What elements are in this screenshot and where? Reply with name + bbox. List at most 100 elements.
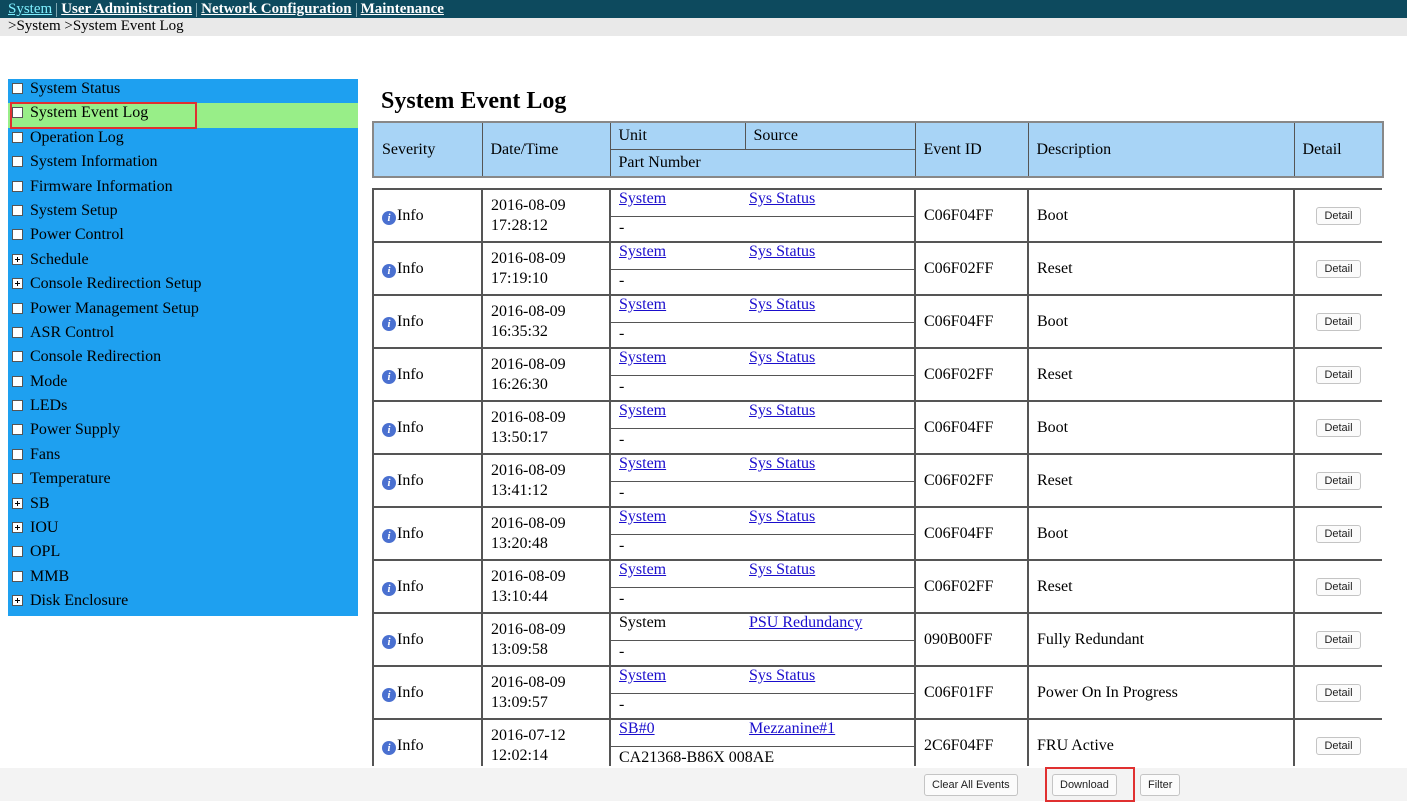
sidebar-item-leds[interactable]: LEDs [8,396,358,420]
datetime-cell: 2016-08-09 13:20:48 [481,506,611,561]
source-link[interactable]: Sys Status [749,508,815,525]
sidebar-item-iou[interactable]: IOU [8,518,358,542]
unit-link[interactable]: System [619,402,666,419]
event-id-cell: 090B00FF [914,612,1029,667]
sidebar-item-schedule[interactable]: Schedule [8,250,358,274]
event-date: 2016-08-09 [491,196,566,214]
sidebar-item-system-information[interactable]: System Information [8,152,358,176]
sidebar-item-firmware-information[interactable]: Firmware Information [8,177,358,201]
header-part-number[interactable]: Part Number [609,149,916,178]
severity-cell: i Info [372,453,483,508]
unit-link[interactable]: System [619,508,666,525]
sidebar-item-label: Console Redirection [30,348,162,366]
event-id-cell: C06F04FF [914,506,1029,561]
unit-link[interactable]: System [619,667,666,684]
detail-button[interactable]: Detail [1316,737,1361,755]
sidebar-item-mmb[interactable]: MMB [8,567,358,591]
detail-button[interactable]: Detail [1316,366,1361,384]
sidebar-item-power-management-setup[interactable]: Power Management Setup [8,299,358,323]
sidebar-item-console-redirection-setup[interactable]: Console Redirection Setup [8,274,358,298]
unit-link[interactable]: System [619,561,666,578]
source-link[interactable]: Sys Status [749,402,815,419]
detail-button[interactable]: Detail [1316,578,1361,596]
sidebar-item-label: Power Control [30,226,124,244]
header-event-id[interactable]: Event ID [914,121,1029,178]
source-link[interactable]: PSU Redundancy [749,614,862,631]
sidebar-item-system-event-log[interactable]: System Event Log [8,102,358,130]
detail-button[interactable]: Detail [1316,313,1361,331]
header-unit[interactable]: Unit [609,121,746,150]
datetime-cell: 2016-08-09 17:19:10 [481,241,611,296]
sidebar-item-asr-control[interactable]: ASR Control [8,323,358,347]
sidebar-item-label: System Setup [30,201,118,219]
sidebar-item-power-supply[interactable]: Power Supply [8,420,358,444]
unit-link[interactable]: System [619,296,666,313]
table-row: i Info 2016-08-09 13:10:44 System Sys Status -… [372,559,1382,614]
event-id-cell: C06F01FF [914,665,1029,720]
detail-button[interactable]: Detail [1316,525,1361,543]
unit-link[interactable]: SB#0 [619,720,655,737]
source-link[interactable]: Sys Status [749,455,815,472]
sidebar-item-console-redirection[interactable]: Console Redirection [8,347,358,371]
sidebar-item-disk-enclosure[interactable]: Disk Enclosure [8,591,358,615]
unit-source-cell: System PSU Redundancy - [609,612,916,667]
header-description[interactable]: Description [1027,121,1295,178]
datetime-cell: 2016-08-09 17:28:12 [481,188,611,243]
source-link[interactable]: Sys Status [749,349,815,366]
unit-source-cell: SB#0 Mezzanine#1 CA21368-B86X 008AE [609,718,916,766]
clear-all-events-button[interactable]: Clear All Events [924,774,1018,796]
source-link[interactable]: Sys Status [749,667,815,684]
detail-button[interactable]: Detail [1316,260,1361,278]
sidebar-item-power-control[interactable]: Power Control [8,225,358,249]
nav-system[interactable]: System [8,1,52,17]
source-link[interactable]: Sys Status [749,561,815,578]
detail-button[interactable]: Detail [1316,631,1361,649]
source-link[interactable]: Mezzanine#1 [749,720,835,737]
sidebar-item-fans[interactable]: Fans [8,445,358,469]
sidebar-item-system-status[interactable]: System Status [8,79,358,103]
sidebar-item-mode[interactable]: Mode [8,372,358,396]
source-link[interactable]: Sys Status [749,296,815,313]
table-row: i Info 2016-08-09 13:09:57 System Sys Status -… [372,665,1382,720]
sidebar-item-label: Temperature [30,470,111,488]
filter-button[interactable]: Filter [1140,774,1181,796]
detail-cell: Detail [1293,188,1382,243]
expand-icon [12,522,23,534]
unit-source-cell: System Sys Status - [609,294,916,349]
severity-cell: i Info [372,506,483,561]
sidebar-item-sb[interactable]: SB [8,494,358,518]
event-time: 13:50:17 [491,428,548,446]
event-time: 16:35:32 [491,322,548,340]
header-severity[interactable]: Severity [372,121,483,178]
detail-cell: Detail [1293,718,1382,766]
unit-link[interactable]: System [619,455,666,472]
download-button[interactable]: Download [1052,774,1117,796]
nav-maintenance[interactable]: Maintenance [361,1,444,17]
sidebar-item-opl[interactable]: OPL [8,542,358,566]
source-link[interactable]: Sys Status [749,190,815,207]
page-icon [12,204,23,216]
sidebar-item-operation-log[interactable]: Operation Log [8,128,358,152]
detail-button[interactable]: Detail [1316,419,1361,437]
source-link[interactable]: Sys Status [749,243,815,260]
detail-button[interactable]: Detail [1316,472,1361,490]
detail-button[interactable]: Detail [1316,207,1361,225]
sidebar-menu: System Status System Event Log Operation L… [8,79,358,616]
event-log-rows[interactable]: i Info 2016-08-09 17:28:12 System Sys Status -… [372,188,1382,766]
detail-button[interactable]: Detail [1316,684,1361,702]
nav-network-configuration[interactable]: Network Configuration [201,1,351,17]
header-source[interactable]: Source [744,121,916,150]
event-date: 2016-07-12 [491,726,566,744]
unit-source-cell: System Sys Status - [609,188,916,243]
nav-separator [355,2,357,17]
event-time: 13:41:12 [491,481,548,499]
sidebar-item-temperature[interactable]: Temperature [8,469,358,493]
unit-link[interactable]: System [619,349,666,366]
sidebar-item-system-setup[interactable]: System Setup [8,201,358,225]
unit-link[interactable]: System [619,190,666,207]
nav-user-administration[interactable]: User Administration [61,1,192,17]
header-datetime[interactable]: Date/Time [481,121,611,178]
severity-text: Info [397,365,424,383]
unit-link[interactable]: System [619,243,666,260]
datetime-cell: 2016-08-09 16:35:32 [481,294,611,349]
